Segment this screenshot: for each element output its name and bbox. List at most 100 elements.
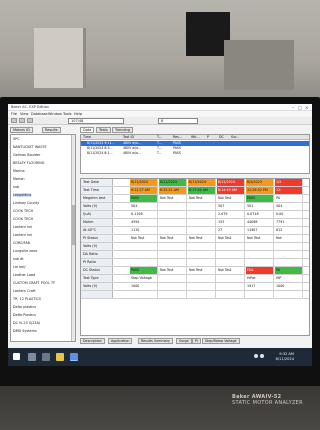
- grid-cell[interactable]: [188, 219, 216, 226]
- grid-cell[interactable]: 12:: [275, 187, 303, 194]
- tab-results-summary[interactable]: Results Summary: [138, 338, 173, 344]
- grid-cell[interactable]: [159, 243, 187, 250]
- grid-cell[interactable]: Not Test: [188, 267, 216, 274]
- grid-cell[interactable]: [188, 211, 216, 218]
- tree-item[interactable]: Lm bel/: [13, 265, 26, 269]
- grid-cell[interactable]: [130, 291, 158, 298]
- tree-item[interactable]: TR, 12 PLASTICS: [13, 297, 41, 301]
- menu-view[interactable]: View: [20, 112, 28, 116]
- grid-cell[interactable]: [159, 203, 187, 210]
- grid-cell[interactable]: 4594: [130, 219, 158, 226]
- tree-item[interactable]: SPC: [13, 137, 20, 141]
- tab-description[interactable]: Description: [80, 338, 105, 344]
- grid-cell[interactable]: Not Test: [217, 267, 245, 274]
- record-id-field[interactable]: 107/48: [68, 118, 124, 124]
- grid-cell[interactable]: [130, 259, 158, 266]
- grid-cell[interactable]: [217, 291, 245, 298]
- grid-cell[interactable]: 8:14:49 AM: [217, 187, 245, 194]
- grid-cell[interactable]: [188, 251, 216, 258]
- grid-cell[interactable]: 153: [217, 219, 245, 226]
- task-view-icon[interactable]: [42, 353, 50, 361]
- grid-cell[interactable]: Not Test: [130, 235, 158, 242]
- tree-item[interactable]: Leather Load: [13, 273, 35, 277]
- grid-cell[interactable]: [188, 243, 216, 250]
- tree-item[interactable]: Leopoldina: [13, 193, 32, 197]
- grid-cell[interactable]: 504: [130, 203, 158, 210]
- grid-cell[interactable]: [188, 259, 216, 266]
- tree-item[interactable]: CORE/FAB: [13, 241, 30, 245]
- grid-cell[interactable]: [188, 291, 216, 298]
- grid-cell[interactable]: [188, 275, 216, 282]
- grid-cell[interactable]: 501: [246, 203, 274, 210]
- volume-icon[interactable]: [260, 354, 264, 358]
- tab-step-ramp-voltage[interactable]: Step/Ramp Voltage: [202, 338, 240, 344]
- tree-item[interactable]: Lungville zone: [13, 249, 37, 253]
- tree-item[interactable]: Gelman Boulder: [13, 153, 40, 157]
- new-icon[interactable]: [11, 118, 17, 123]
- grid-cell[interactable]: PASS: [130, 267, 158, 274]
- tree-item[interactable]: Marion: [13, 177, 25, 181]
- grid-cell[interactable]: [217, 283, 245, 290]
- grid-cell[interactable]: [217, 243, 245, 250]
- grid-cell[interactable]: [159, 227, 187, 234]
- grid-cell[interactable]: PA: [275, 195, 303, 202]
- grid-cell[interactable]: HiPot: [246, 275, 274, 282]
- grid-cell[interactable]: 504: [275, 203, 303, 210]
- grid-cell[interactable]: [130, 243, 158, 250]
- grid-cell[interactable]: 812: [275, 227, 303, 234]
- grid-cell[interactable]: [275, 291, 303, 298]
- tree-item[interactable]: CUSTOM CRAFT POOL TF: [13, 281, 55, 285]
- grid-cell[interactable]: [188, 227, 216, 234]
- grid-cell[interactable]: Step Voltage: [130, 275, 158, 282]
- test-list-column-header[interactable]: P: [207, 135, 209, 139]
- tree-item[interactable]: DMD Systems: [13, 329, 37, 333]
- grid-cell[interactable]: Not Test: [246, 235, 274, 242]
- grid-cell[interactable]: 8:32:51 AM: [159, 187, 187, 194]
- minimize-icon[interactable]: –: [292, 105, 294, 110]
- grid-cell[interactable]: 1000: [275, 283, 303, 290]
- grid-cell[interactable]: PASS: [130, 195, 158, 202]
- grid-cell[interactable]: 1/5: [275, 179, 303, 186]
- grid-cell[interactable]: 1917: [246, 283, 274, 290]
- tab-pi[interactable]: PI: [192, 338, 201, 344]
- grid-cell[interactable]: 1000: [130, 283, 158, 290]
- test-list-column-header[interactable]: DC: [219, 135, 224, 139]
- close-icon[interactable]: ×: [305, 105, 308, 110]
- grid-cell[interactable]: Not: [275, 235, 303, 242]
- grid-cell[interactable]: Not Test: [159, 195, 187, 202]
- save-icon[interactable]: [27, 118, 33, 123]
- grid-cell[interactable]: Not Test: [188, 235, 216, 242]
- tab-data[interactable]: Data: [80, 127, 95, 133]
- tree-item[interactable]: Delta plastics: [13, 305, 36, 309]
- grid-cell[interactable]: [217, 251, 245, 258]
- test-list-column-header[interactable]: Time: [83, 135, 91, 139]
- grid-cell[interactable]: 8/11/2024: [188, 179, 216, 186]
- grid-cell[interactable]: 0.0718: [246, 211, 274, 218]
- tree-item[interactable]: DC IV-23 S(23A): [13, 321, 40, 325]
- open-icon[interactable]: [19, 118, 25, 123]
- grid-cell[interactable]: 1170: [130, 227, 158, 234]
- grid-cell[interactable]: 11907: [246, 227, 274, 234]
- grid-cell[interactable]: 8/11/2024: [159, 179, 187, 186]
- grid-cell[interactable]: 2.079: [217, 211, 245, 218]
- tree-item[interactable]: Marina: [13, 169, 25, 173]
- grid-cell[interactable]: HiP: [275, 275, 303, 282]
- tree-item[interactable]: COOK TECH: [13, 209, 33, 213]
- grid-cell[interactable]: [275, 259, 303, 266]
- grid-cell[interactable]: PA: [275, 267, 303, 274]
- grid-cell[interactable]: [188, 283, 216, 290]
- tree-item[interactable]: Lantern Ink: [13, 225, 32, 229]
- tree-item[interactable]: BESLEY FLOORING: [13, 161, 44, 165]
- system-clock[interactable]: 9:32 AM 8/11/2024: [276, 352, 294, 362]
- tree-item[interactable]: Lindsay County: [13, 201, 39, 205]
- grid-cell[interactable]: [159, 259, 187, 266]
- tab-tests[interactable]: Tests: [96, 127, 111, 133]
- grid-cell[interactable]: [159, 211, 187, 218]
- grid-cell[interactable]: [159, 283, 187, 290]
- file-explorer-icon[interactable]: [56, 353, 64, 361]
- grid-cell[interactable]: Not Test: [217, 195, 245, 202]
- grid-cell[interactable]: 44098: [246, 219, 274, 226]
- tab-results-left[interactable]: Results: [42, 127, 61, 133]
- search-icon[interactable]: [28, 353, 36, 361]
- grid-cell[interactable]: 27: [217, 227, 245, 234]
